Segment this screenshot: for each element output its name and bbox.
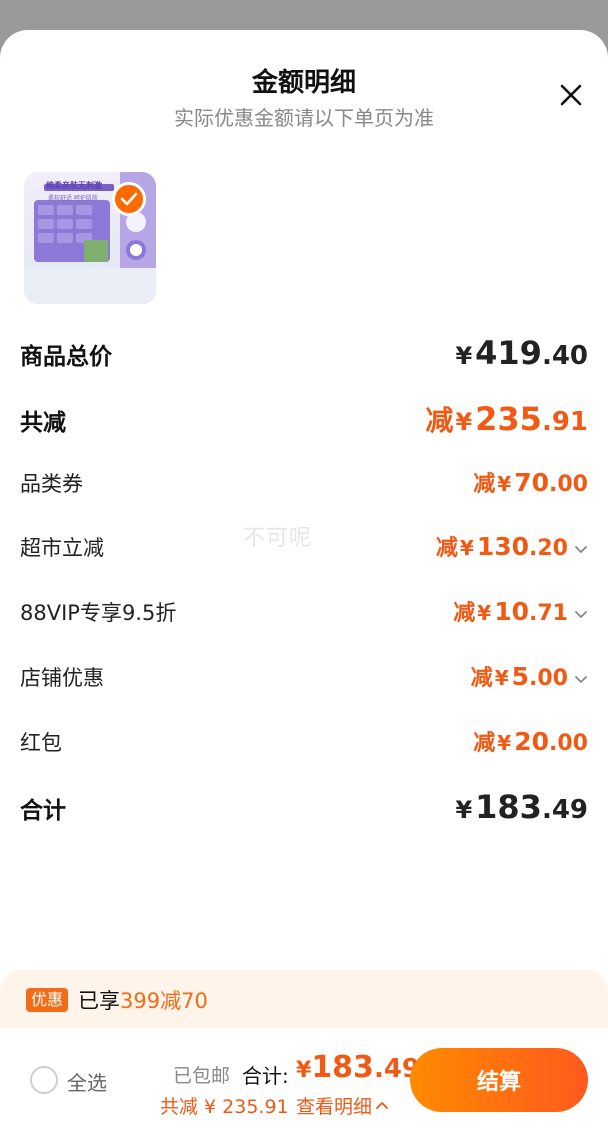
chevron-up-icon	[376, 1101, 388, 1109]
price-row-label: 共减	[20, 410, 66, 436]
promo-badge: 优惠	[26, 988, 69, 1012]
promo-highlight: 399减70	[120, 989, 208, 1013]
price-row-label: 店铺优惠	[20, 666, 104, 690]
selected-check-icon[interactable]	[112, 182, 146, 216]
price-row: 共减 减 ¥235.91	[20, 399, 588, 439]
chevron-down-icon[interactable]	[574, 607, 588, 621]
checkout-button[interactable]: 结算	[410, 1048, 588, 1112]
price-row-amount: 减 ¥20.00	[473, 727, 588, 756]
total-amount: ¥183.49	[296, 1050, 420, 1085]
price-row[interactable]: 超市立减 减 ¥130.20	[20, 530, 588, 562]
sheet-title: 金额明细	[251, 68, 356, 98]
sheet-subtitle: 实际优惠金额请以下单页为准	[174, 106, 434, 130]
amount-detail-sheet: 金额明细 实际优惠金额请以下单页为准 棉柔亲肤无刺激 柔软舒适 呵护肌肤 不可呢…	[0, 30, 608, 1133]
price-row-amount: 减 ¥70.00	[473, 468, 588, 497]
price-row-label: 商品总价	[20, 344, 112, 370]
price-row-amount: 减 ¥130.20	[436, 530, 588, 562]
view-detail-link[interactable]: 查看明细	[296, 1092, 389, 1119]
chevron-down-icon[interactable]	[574, 672, 588, 686]
select-all-radio[interactable]	[30, 1066, 58, 1094]
price-row: 红包 减 ¥20.00	[20, 725, 588, 757]
price-row-label: 88VIP专享9.5折	[20, 601, 177, 625]
price-row-amount: 减 ¥5.00	[471, 660, 588, 692]
close-icon[interactable]	[556, 80, 586, 110]
price-row-label: 合计	[20, 798, 66, 824]
shipping-status: 已包邮	[173, 1065, 231, 1087]
product-image-subcaption: 柔软舒适 呵护肌肤	[48, 195, 98, 202]
price-row-amount: ¥419.40	[455, 334, 588, 372]
price-row[interactable]: 店铺优惠 减 ¥5.00	[20, 660, 588, 692]
price-row-amount: 减 ¥10.71	[453, 595, 588, 627]
price-row-amount: ¥183.49	[455, 788, 588, 826]
price-row: 品类券 减 ¥70.00	[20, 466, 588, 498]
product-image-caption: 棉柔亲肤无刺激	[46, 181, 102, 190]
price-row: 商品总价 ¥419.40	[20, 334, 588, 372]
total-label: 合计:	[242, 1064, 289, 1088]
promo-bar: 优惠 已享399减70	[0, 970, 608, 1030]
price-row-label: 红包	[20, 731, 62, 755]
price-row-amount: 减 ¥235.91	[425, 400, 588, 438]
saved-amount: 共减 ¥ 235.91	[160, 1096, 289, 1118]
price-row: 合计 ¥183.49	[20, 788, 588, 826]
select-all-label[interactable]: 全选	[67, 1067, 107, 1096]
promo-text: 已享399减70	[78, 989, 208, 1013]
price-row-label: 超市立减	[20, 536, 104, 560]
checkout-bar: 全选 已包邮 合计: ¥183.49 共减 ¥ 235.91 查看明细 结算	[0, 1028, 608, 1133]
price-row-label: 品类券	[20, 472, 83, 496]
price-row[interactable]: 88VIP专享9.5折 减 ¥10.71	[20, 595, 588, 627]
chevron-down-icon[interactable]	[574, 542, 588, 556]
